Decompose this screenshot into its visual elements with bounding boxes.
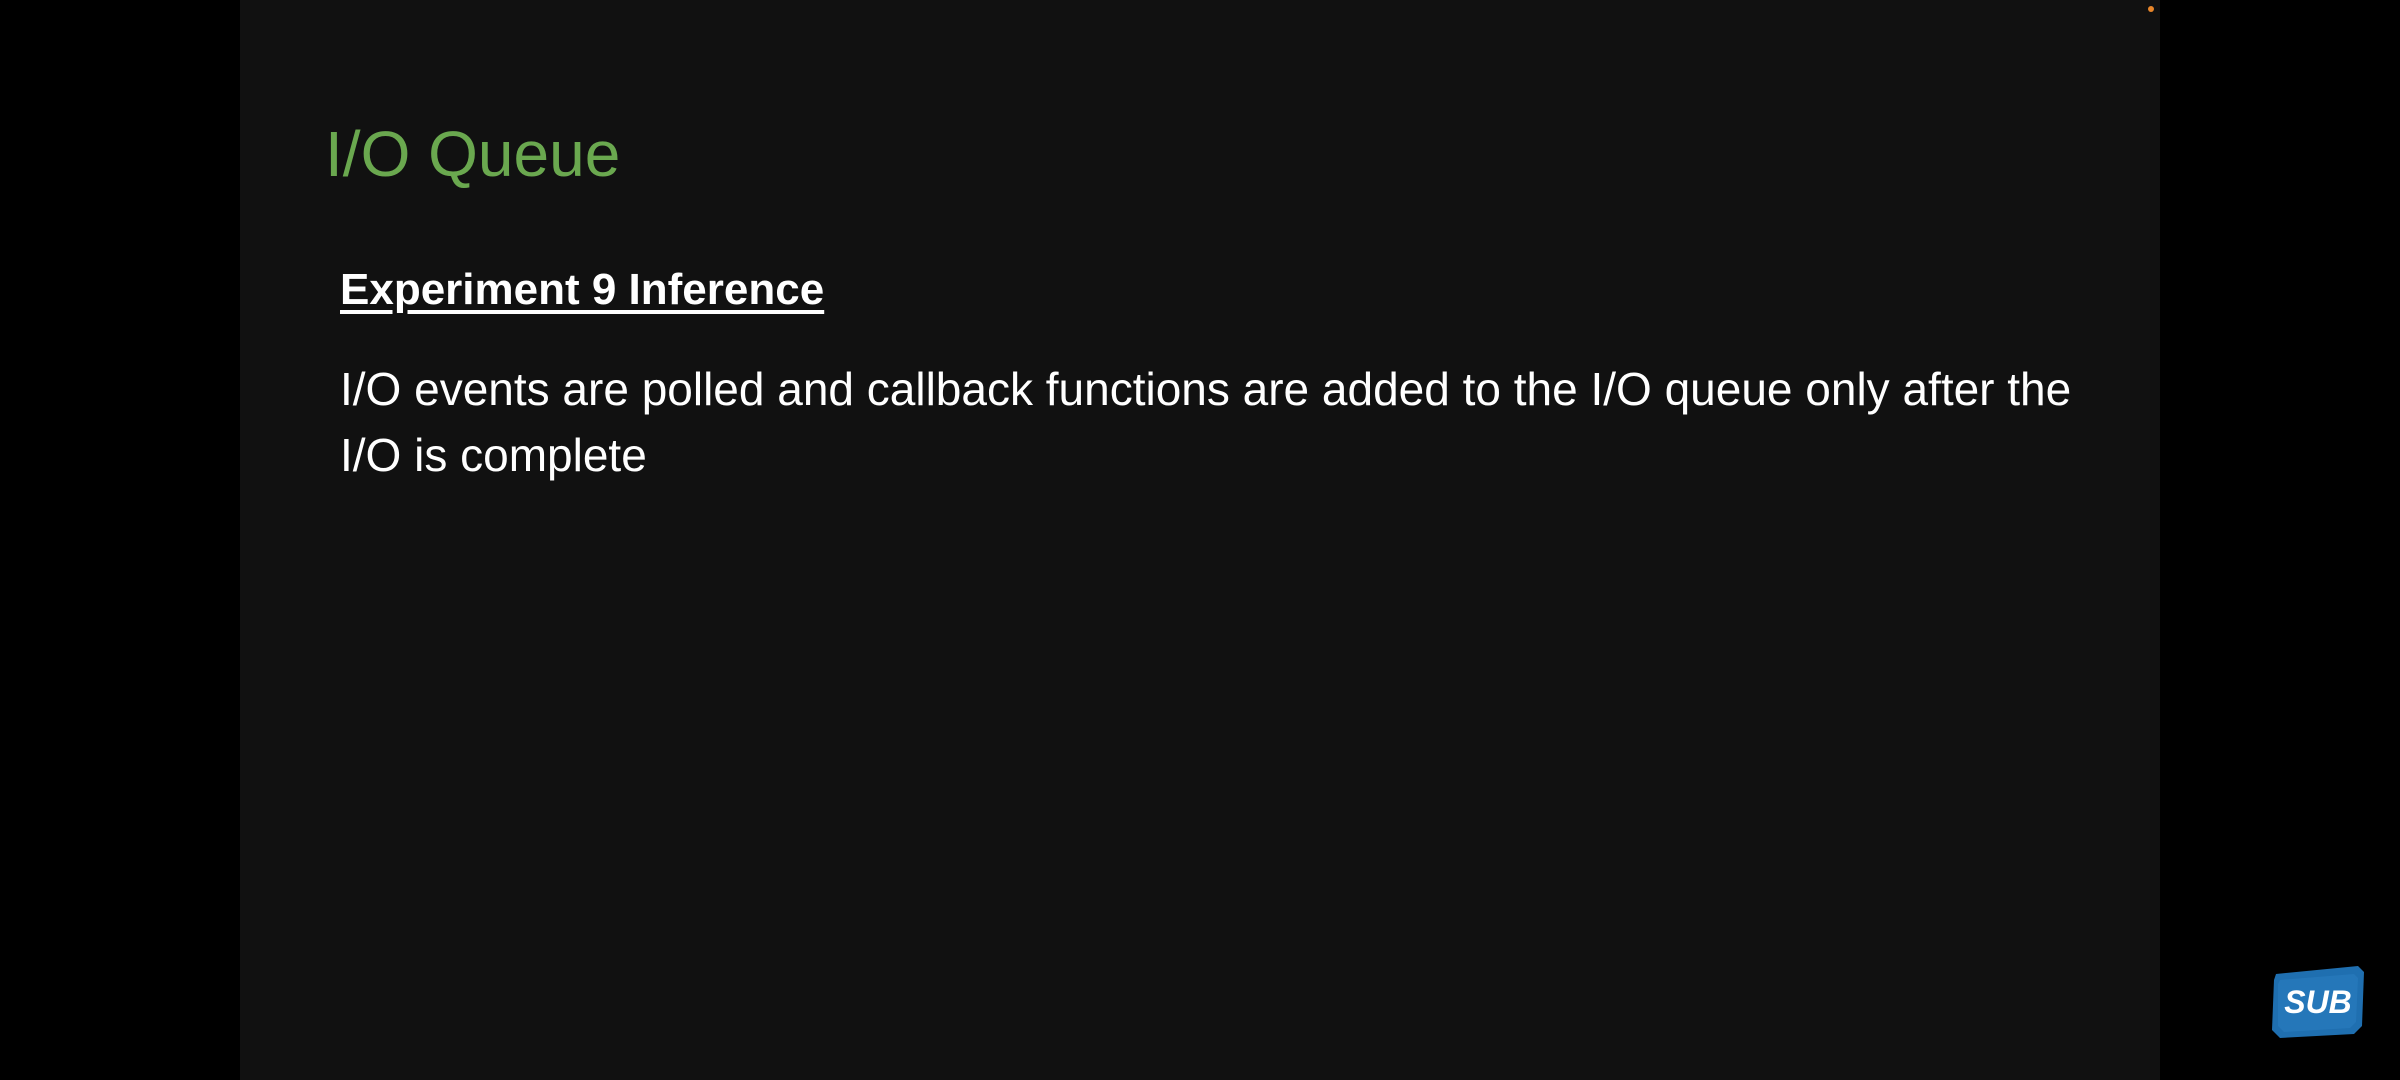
slide-body-text: I/O events are polled and callback funct… — [340, 363, 2072, 481]
presentation-slide: I/O Queue Experiment 9 Inference I/O eve… — [240, 0, 2160, 1080]
indicator-dot — [2148, 6, 2154, 12]
subscribe-badge-icon[interactable]: SUB — [2270, 964, 2366, 1038]
slide-heading: Experiment 9 Inference — [340, 265, 825, 314]
video-frame: I/O Queue Experiment 9 Inference I/O eve… — [0, 0, 2400, 1080]
subscribe-badge-label: SUB — [2284, 984, 2352, 1020]
slide-title: I/O Queue — [325, 118, 621, 190]
